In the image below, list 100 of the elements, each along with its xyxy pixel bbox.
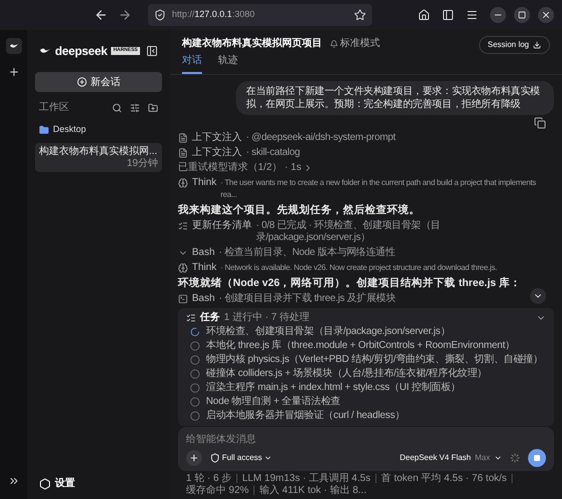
menu-icon[interactable] — [466, 9, 478, 21]
spinner-icon — [190, 327, 200, 337]
app-icon[interactable] — [6, 38, 22, 54]
plus-circle-icon — [76, 77, 86, 87]
message-input[interactable]: 给智能体发消息 — [186, 431, 546, 447]
status-item: 首 token 平均 4.5s · 76 tok/s — [381, 473, 507, 485]
session-title: 构建衣物布料真实模拟网... — [39, 144, 158, 158]
close-icon — [541, 10, 551, 20]
task-summary: 1 进行中 · 7 待处理 — [224, 312, 310, 324]
plus-icon — [189, 453, 199, 463]
task-item: 本地化 three.js 库（three.module + OrbitControls + RoomEnvironment） — [206, 340, 515, 352]
composer[interactable]: 给智能体发消息 Full access DeepSeek V4 Flash Max — [178, 427, 554, 471]
assistant-message: 环境就绪（Node v26，网络可用）。创建项目结构并下载 three.js 库： — [178, 277, 522, 290]
status-separator: | — [374, 473, 378, 485]
mode-label: 标准模式 — [340, 36, 380, 51]
dashed-circle-icon — [190, 411, 200, 421]
stop-icon — [534, 455, 540, 461]
shield-icon — [154, 9, 166, 21]
dashed-circle-icon — [190, 383, 200, 393]
caret-icon — [264, 454, 272, 462]
minimize-button[interactable] — [490, 7, 506, 23]
bookmark-star-icon[interactable] — [354, 9, 366, 21]
assistant-message: 我来构建这个项目。先规划任务，然后检查环境。 — [178, 204, 421, 217]
session-log-button[interactable]: Session log — [478, 36, 550, 54]
dashed-circle-icon — [190, 369, 200, 379]
bell-icon — [330, 40, 338, 48]
step-detail: · 检查当前目录、Node 版本与网络连通性 — [218, 247, 395, 259]
url-text: http://127.0.0.1:3080 — [172, 8, 255, 22]
dashed-circle-icon — [190, 397, 200, 407]
scroll-down-button[interactable] — [530, 288, 546, 304]
status-separator: | — [510, 473, 514, 485]
maximize-icon — [518, 11, 526, 19]
chat-title: 构建衣物布料真实模拟网页项目 — [182, 36, 322, 51]
caret-icon — [494, 454, 502, 462]
status-item: LLM 19m13s · 工具调用 4.5s — [242, 473, 371, 484]
model-dropdown[interactable]: DeepSeek V4 Flash Max — [400, 452, 502, 464]
document-icon — [178, 148, 188, 158]
loading-icon — [510, 453, 520, 463]
search-icon[interactable] — [112, 102, 122, 112]
new-chat-button[interactable]: 新会话 — [35, 72, 162, 92]
new-folder-icon[interactable] — [148, 102, 158, 112]
step-label: 上下文注入 — [192, 132, 242, 144]
status-item: 1 轮 · 6 步 — [186, 473, 232, 484]
task-item: 物理内核 physics.js（Verlet+PBD 结构/剪切/弯曲约束、撕裂、切割、自碰撞） — [206, 354, 543, 366]
step-detail: · skill-catalog — [246, 147, 300, 159]
step-detail: · The user wants me to create a new folder in the current path and build a project that implements rea... — [220, 177, 537, 201]
address-bar[interactable]: http://127.0.0.1:3080 — [148, 4, 372, 26]
task-item: 环境检查、创建项目骨架（目录/package.json/server.js） — [206, 326, 450, 338]
session-time: 19分钟 — [126, 158, 158, 170]
step-label: Bash — [192, 247, 215, 259]
task-item: 渲染主程序 main.js + index.html + style.css（UI 控制面板） — [206, 382, 461, 394]
download-icon — [533, 41, 541, 49]
user-message: 在当前路径下新建一个文件夹构建项目，要求：实现衣物布料真实模拟，在网页上展示。预期：完全构建的完善项目，拒绝所有降级 — [236, 81, 554, 115]
step-detail: · Network is available. Node v26. Now create project structure and download three.js. — [220, 262, 497, 274]
step-detail: · 创建项目目录并下载 three.js 及扩展模块 — [218, 293, 396, 305]
task-item: 启动本地服务器并冒烟验证（curl / headless） — [206, 410, 405, 422]
step-detail: · @deepseek-ai/dsh-system-prompt — [246, 132, 396, 144]
expand-icon[interactable] — [8, 475, 20, 487]
status-item: 缓存命中 92% — [186, 485, 249, 497]
sidebar-collapse-icon[interactable] — [146, 45, 158, 57]
step-detail: · 0/8 已完成 · 环境检查、创建项目骨架（目录/package.json/server.js） — [256, 220, 442, 244]
workspace-folder[interactable]: Desktop — [35, 123, 162, 136]
back-icon[interactable] — [94, 8, 108, 22]
settings-link[interactable]: 设置 — [35, 476, 162, 491]
maximize-button[interactable] — [514, 7, 530, 23]
terminal-icon — [178, 294, 188, 304]
checklist-icon — [186, 313, 196, 323]
document-icon — [178, 133, 188, 143]
tab[interactable]: 轨迹 — [218, 53, 238, 74]
forward-icon[interactable] — [118, 8, 132, 22]
home-icon[interactable] — [418, 9, 430, 21]
folder-icon — [39, 124, 49, 135]
status-item: 输入 411K tok · 输出 8... — [259, 485, 366, 497]
status-separator: | — [252, 485, 256, 497]
workspace-label: 工作区 — [39, 101, 69, 115]
dashed-circle-icon — [190, 341, 200, 351]
stop-button[interactable] — [528, 449, 546, 467]
checklist-icon — [178, 221, 188, 231]
brand-name: deepseek — [55, 43, 108, 60]
session-item[interactable]: 构建衣物布料真实模拟网... 19分钟 — [35, 142, 162, 172]
copy-icon[interactable] — [534, 117, 546, 129]
tab[interactable]: 对话 — [182, 53, 202, 74]
shield-icon — [210, 453, 220, 463]
filter-icon[interactable] — [130, 102, 140, 112]
access-dropdown[interactable]: Full access — [210, 452, 272, 464]
add-icon[interactable] — [8, 66, 20, 78]
hexagon-icon — [39, 478, 51, 490]
attach-button[interactable] — [186, 450, 202, 466]
task-panel-title: 任务 — [200, 312, 220, 324]
step-label: Bash — [192, 293, 215, 305]
brain-icon — [178, 178, 188, 188]
step-label: Think — [192, 262, 216, 274]
step-label: 上下文注入 — [192, 147, 242, 159]
retry-notice[interactable]: 已重试模型请求（1/2） · 1s — [178, 162, 302, 174]
brain-icon — [178, 263, 188, 273]
close-button[interactable] — [538, 7, 554, 23]
dashed-circle-icon — [190, 355, 200, 365]
task-item: 碰撞体 colliders.js + 场景模块（人台/悬挂布/连衣裙/程序化纹理） — [206, 368, 487, 380]
sidebar-toggle-icon[interactable] — [442, 9, 454, 21]
step-label: Think — [192, 177, 216, 189]
